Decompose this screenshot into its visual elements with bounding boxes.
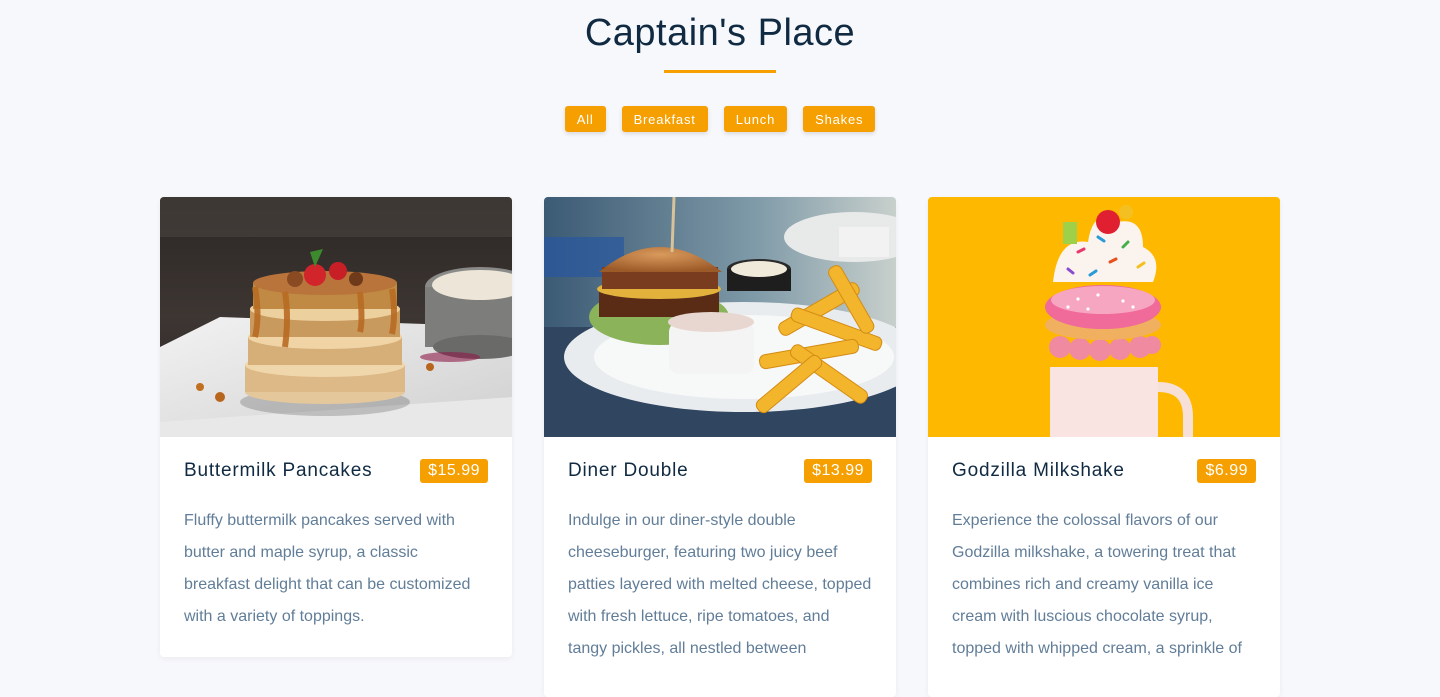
filter-lunch-button[interactable]: Lunch <box>723 106 788 132</box>
menu-item-description: Experience the colossal flavors of our G… <box>952 512 1242 657</box>
menu-item-price: $6.99 <box>1197 459 1256 483</box>
burger-photo <box>544 197 896 437</box>
filter-breakfast-button[interactable]: Breakfast <box>621 106 708 132</box>
menu-item-card: Godzilla Milkshake $6.99 Experience the … <box>928 197 1280 697</box>
page-title: Captain's Place <box>584 12 856 54</box>
menu-item-price: $13.99 <box>804 459 872 483</box>
menu-item-description: Indulge in our diner-style double cheese… <box>568 512 872 657</box>
menu-item-name: Buttermilk Pancakes <box>184 460 373 481</box>
filter-all-button[interactable]: All <box>564 106 606 132</box>
milkshake-photo <box>928 197 1280 437</box>
pancakes-photo <box>160 197 512 437</box>
category-filters: All Breakfast Lunch Shakes <box>0 106 1440 132</box>
title-underline <box>664 70 776 73</box>
menu-item-card: Diner Double $13.99 Indulge in our diner… <box>544 197 896 697</box>
menu-grid: Buttermilk Pancakes $15.99 Fluffy butter… <box>160 197 1280 697</box>
menu-item-price: $15.99 <box>420 459 488 483</box>
menu-item-card: Buttermilk Pancakes $15.99 Fluffy butter… <box>160 197 512 657</box>
menu-item-name: Godzilla Milkshake <box>952 460 1125 481</box>
menu-item-name: Diner Double <box>568 460 689 481</box>
menu-item-description: Fluffy buttermilk pancakes served with b… <box>184 512 471 625</box>
filter-shakes-button[interactable]: Shakes <box>803 106 876 132</box>
